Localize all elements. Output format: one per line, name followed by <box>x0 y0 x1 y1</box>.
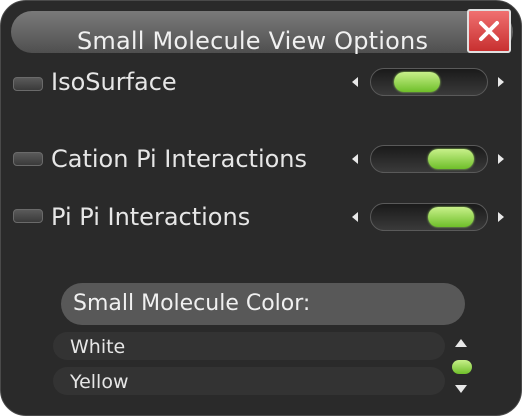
pi-pi-slider-knob[interactable] <box>427 207 474 227</box>
close-button[interactable] <box>467 9 511 53</box>
view-options-panel: Small Molecule View Options IsoSurface C… <box>0 0 522 416</box>
cation-pi-checkbox[interactable] <box>13 152 43 166</box>
cation-pi-decrease-icon[interactable] <box>352 154 358 164</box>
scroll-down-icon[interactable] <box>455 385 467 393</box>
color-option-white[interactable]: White <box>53 332 445 360</box>
cation-pi-label: Cation Pi Interactions <box>51 145 308 173</box>
pi-pi-increase-icon[interactable] <box>498 212 504 222</box>
cation-pi-increase-icon[interactable] <box>498 154 504 164</box>
isosurface-slider[interactable] <box>370 68 488 96</box>
close-x-icon <box>479 21 499 41</box>
pi-pi-checkbox[interactable] <box>13 209 43 223</box>
isosurface-increase-icon[interactable] <box>498 77 504 87</box>
isosurface-decrease-icon[interactable] <box>352 77 358 87</box>
scroll-up-icon[interactable] <box>455 339 467 347</box>
color-section-header: Small Molecule Color: <box>61 283 465 325</box>
pi-pi-decrease-icon[interactable] <box>352 212 358 222</box>
cation-pi-slider[interactable] <box>370 145 488 173</box>
cation-pi-slider-knob[interactable] <box>427 149 474 169</box>
color-section-title: Small Molecule Color: <box>73 291 311 316</box>
window-title: Small Molecule View Options <box>77 27 429 55</box>
isosurface-slider-knob[interactable] <box>393 72 440 92</box>
pi-pi-slider[interactable] <box>370 203 488 231</box>
pi-pi-label: Pi Pi Interactions <box>51 203 251 231</box>
title-bar: Small Molecule View Options <box>11 11 513 55</box>
isosurface-checkbox[interactable] <box>13 77 43 91</box>
color-option-yellow[interactable]: Yellow <box>53 367 445 395</box>
isosurface-label: IsoSurface <box>51 68 177 96</box>
color-list-scroll-thumb[interactable] <box>452 360 472 374</box>
color-option-label: Yellow <box>70 371 129 393</box>
color-option-label: White <box>70 336 126 358</box>
